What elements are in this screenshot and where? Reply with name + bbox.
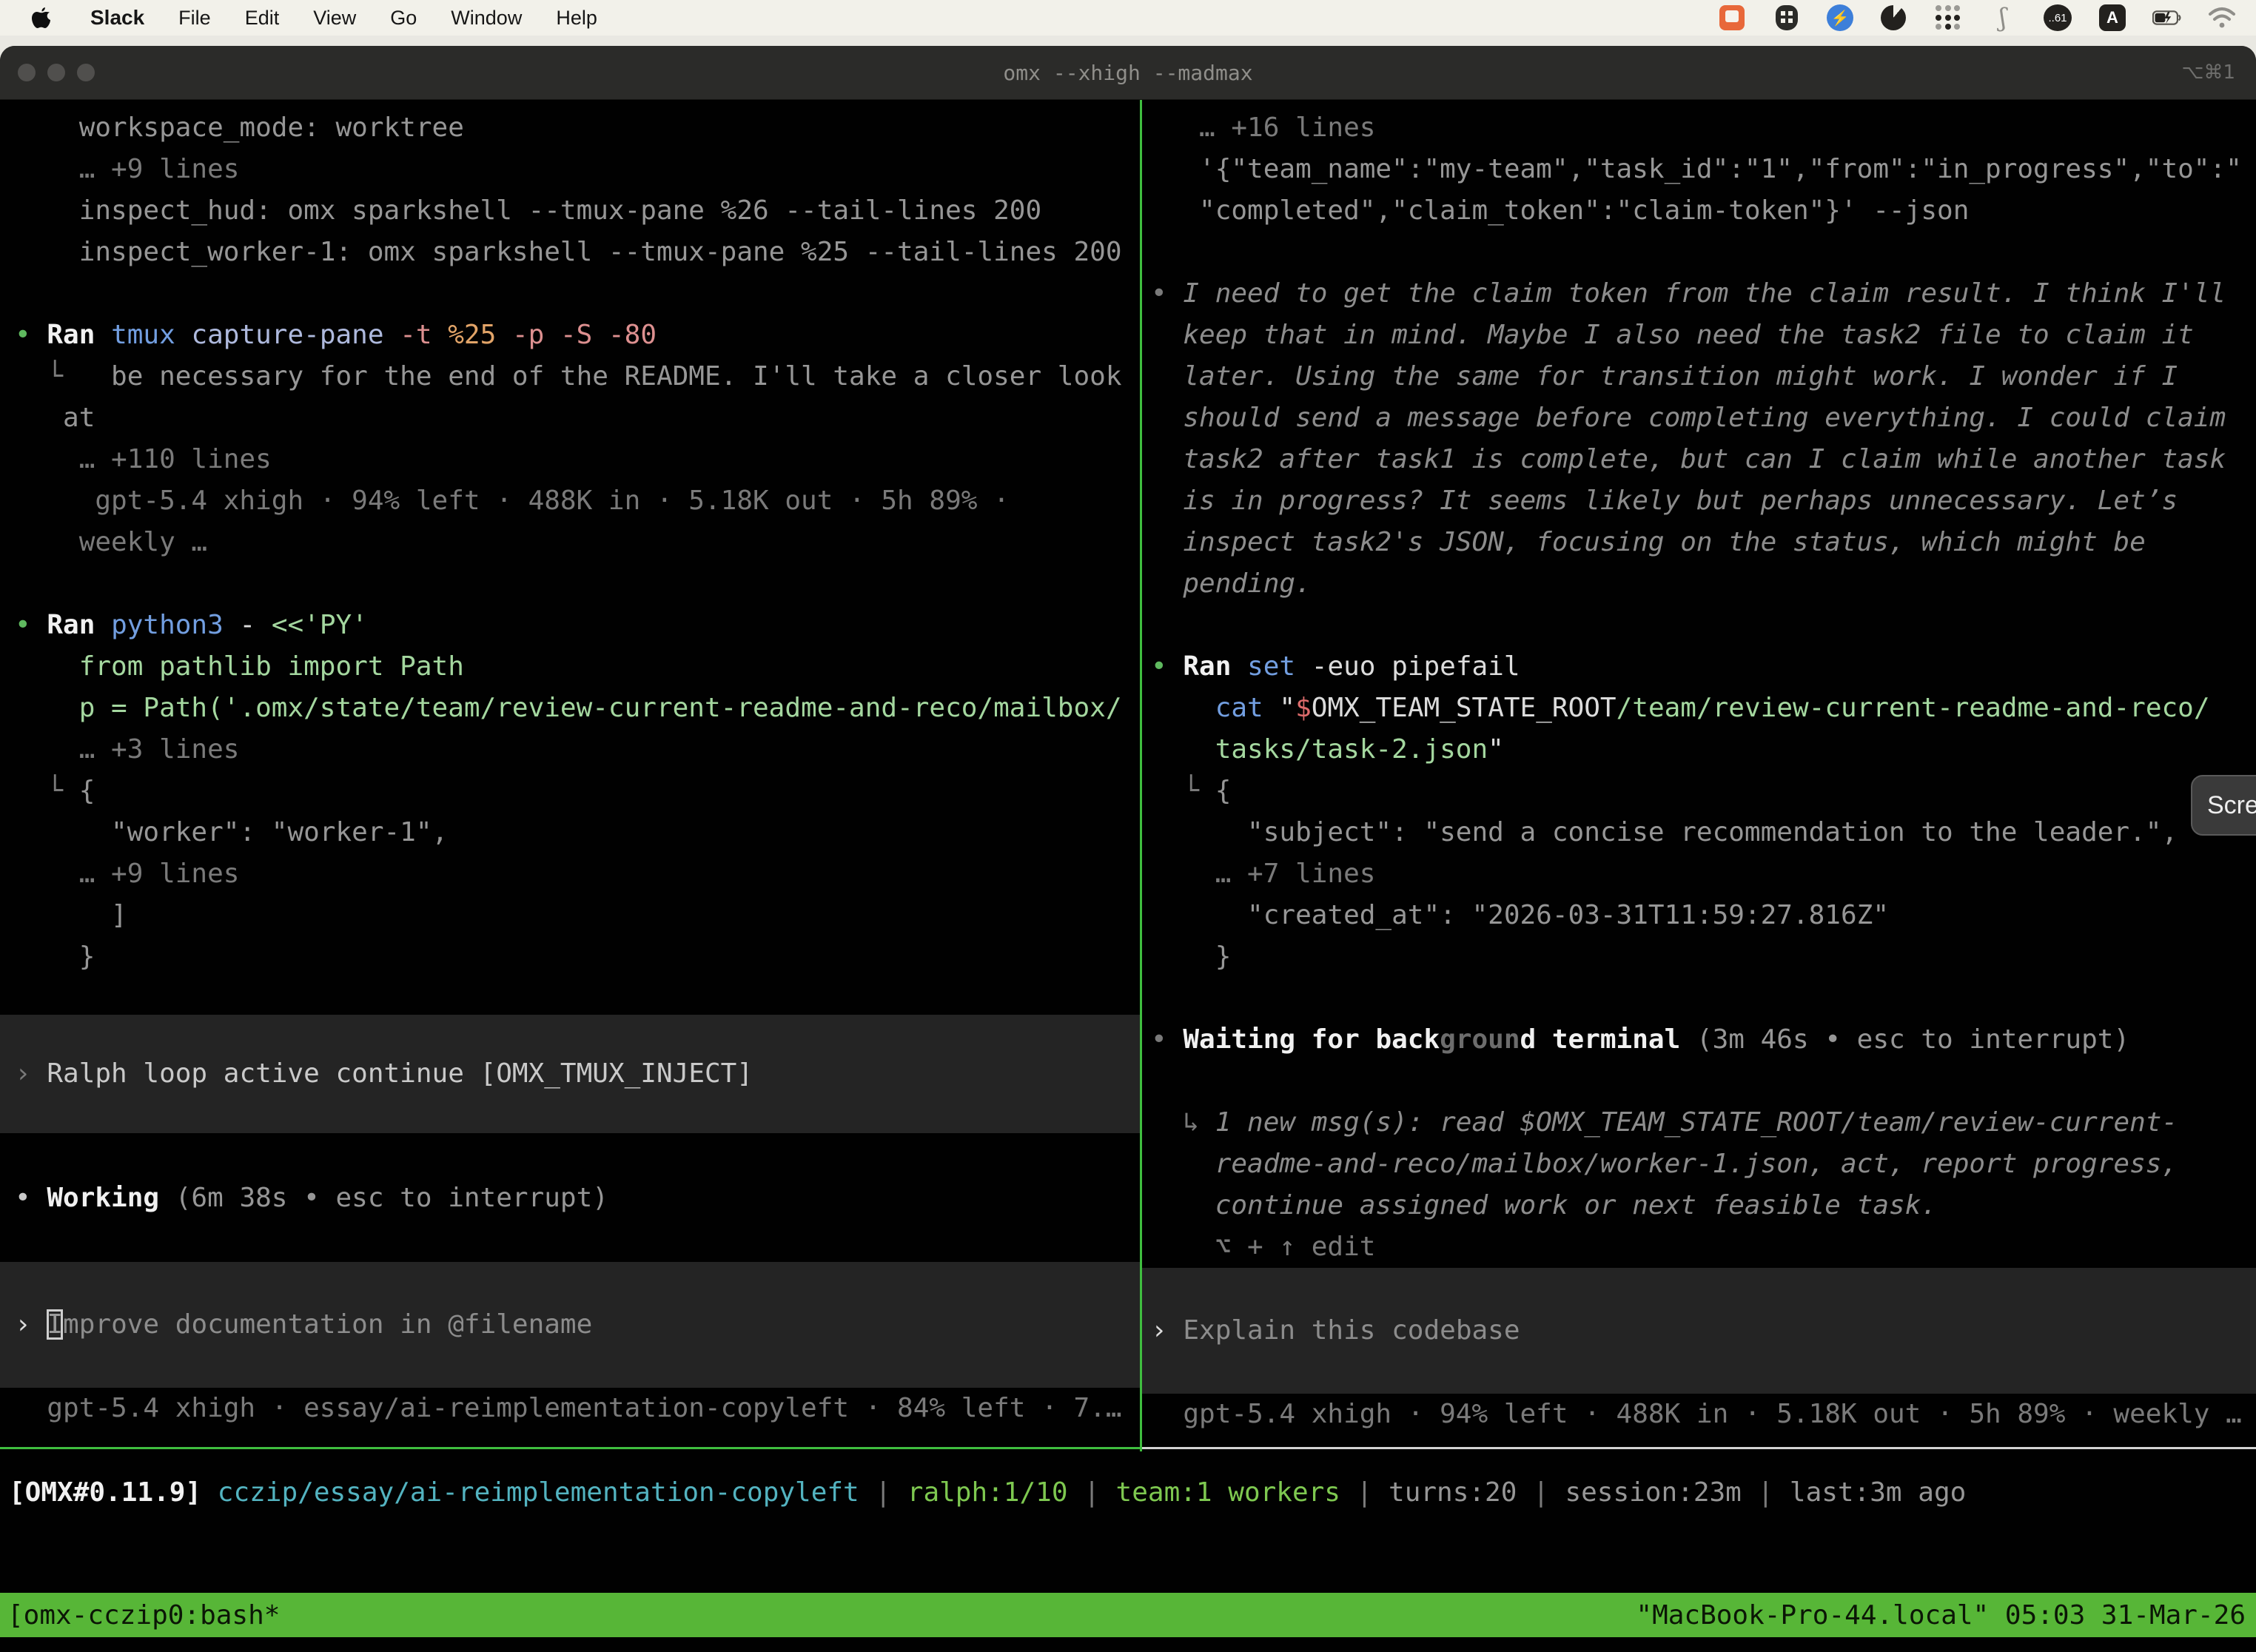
terminal-line: "worker": "worker-1", [0, 812, 1140, 853]
terminal-line: └ { [0, 770, 1140, 812]
terminal-window: omx --xhigh --madmax ⌥⌘1 workspace_mode:… [0, 46, 2256, 1652]
terminal-line: … +7 lines [1142, 853, 2256, 895]
spacer [0, 1133, 1140, 1178]
menu-bar: Slack File Edit View Go Window Help ⚡ ʃ … [0, 0, 2256, 36]
thinking-line: later. Using the same for transition mig… [1142, 356, 2256, 397]
terminal-line: "created_at": "2026-03-31T11:59:27.816Z" [1142, 895, 2256, 936]
pane-hud[interactable]: workspace_mode: worktree … +9 lines insp… [0, 100, 1140, 1449]
thinking-line: should send a message before completing … [1142, 397, 2256, 439]
spacer [0, 1219, 1140, 1262]
terminal-line: gpt-5.4 xhigh · 94% left · 488K in · 5.1… [0, 480, 1140, 522]
terminal-line-ran-python: • Ran python3 - <<'PY' [0, 605, 1140, 646]
terminal-line [0, 563, 1140, 605]
chat-icon[interactable] [1717, 3, 1747, 33]
terminal-line: inspect_worker-1: omx sparkshell --tmux-… [0, 232, 1140, 273]
battery-icon[interactable] [2152, 3, 2182, 33]
omx-status-line: [OMX#0.11.9] cczip/essay/ai-reimplementa… [0, 1472, 2256, 1514]
terminal-line: tasks/task-2.json" [1142, 729, 2256, 770]
terminal-line: "completed","claim_token":"claim-token"}… [1142, 190, 2256, 232]
apple-logo-icon [30, 5, 53, 30]
menu-app-name[interactable]: Slack [90, 6, 144, 30]
menu-item-help[interactable]: Help [556, 7, 597, 30]
message-hint-line: continue assigned work or next feasible … [1142, 1185, 2256, 1226]
inject-banner: › Ralph loop active continue [OMX_TMUX_I… [0, 1015, 1140, 1133]
terminal-line: workspace_mode: worktree [0, 107, 1140, 149]
terminal-line: … +3 lines [0, 729, 1140, 770]
window-bottom-pad [0, 1637, 2256, 1652]
menu-item-go[interactable]: Go [390, 7, 417, 30]
apple-menu-icon[interactable] [27, 3, 56, 33]
terminal-line [1142, 978, 2256, 1019]
pie-chart-icon[interactable] [1879, 3, 1908, 33]
window-title-bar: omx --xhigh --madmax ⌥⌘1 [0, 46, 2256, 100]
tmux-status-bar: [omx-cczip0:bash* "MacBook-Pro-44.local"… [0, 1593, 2256, 1637]
terminal-line [1142, 232, 2256, 273]
wifi-icon[interactable] [2207, 3, 2237, 33]
terminal-line: "subject": "send a concise recommendatio… [1142, 812, 2256, 853]
terminal-line: … +16 lines [1142, 107, 2256, 149]
pane-worker[interactable]: … +16 lines '{"team_name":"my-team","tas… [1142, 100, 2256, 1449]
terminal-line: } [0, 936, 1140, 978]
tmux-panes: workspace_mode: worktree … +9 lines insp… [0, 100, 2256, 1451]
prompt-input-right[interactable]: › Explain this codebase [1142, 1268, 2256, 1394]
terminal-line: at [0, 397, 1140, 439]
a-app-icon[interactable]: A [2098, 3, 2127, 33]
terminal-line [1142, 605, 2256, 646]
menu-item-file[interactable]: File [178, 7, 211, 30]
thinking-line: task2 after task1 is complete, but can I… [1142, 439, 2256, 480]
terminal-line-ran-tmux: • Ran tmux capture-pane -t %25 -p -S -80 [0, 315, 1140, 356]
percent-badge-icon[interactable]: ..61 [2043, 3, 2072, 33]
terminal-line: from pathlib import Path [0, 646, 1140, 688]
terminal-line: └ { [1142, 770, 2256, 812]
inject-banner-text: › Ralph loop active continue [OMX_TMUX_I… [0, 1053, 1140, 1095]
terminal-line: cat "$OMX_TEAM_STATE_ROOT/team/review-cu… [1142, 688, 2256, 729]
terminal-line [0, 273, 1140, 315]
edit-hint-line: ⌥ + ↑ edit [1142, 1226, 2256, 1268]
shield-grid-icon[interactable] [1772, 3, 1802, 33]
thinking-line: inspect task2's JSON, focusing on the st… [1142, 522, 2256, 563]
terminal-line: … +110 lines [0, 439, 1140, 480]
prompt-input-right-text: › Explain this codebase [1142, 1310, 2256, 1352]
dots-grid-icon[interactable] [1933, 3, 1963, 33]
terminal-line: └ be necessary for the end of the README… [0, 356, 1140, 397]
spacer [0, 978, 1140, 1015]
terminal-line: inspect_hud: omx sparkshell --tmux-pane … [0, 190, 1140, 232]
pane-footer-left: gpt-5.4 xhigh · essay/ai-reimplementatio… [0, 1388, 1140, 1429]
message-hint-line: ↳ 1 new msg(s): read $OMX_TEAM_STATE_ROO… [1142, 1102, 2256, 1144]
notification-badge-icon[interactable]: ⚡ [1827, 4, 1853, 31]
window-shortcut-hint: ⌥⌘1 [2181, 61, 2256, 84]
menu-item-window[interactable]: Window [451, 7, 522, 30]
terminal-line: weekly … [0, 522, 1140, 563]
terminal-line: } [1142, 936, 2256, 978]
working-status: • Working (6m 38s • esc to interrupt) [0, 1178, 1140, 1219]
terminal-line: p = Path('.omx/state/team/review-current… [0, 688, 1140, 729]
window-title: omx --xhigh --madmax [0, 61, 2256, 85]
terminal-line: '{"team_name":"my-team","task_id":"1","f… [1142, 149, 2256, 190]
omx-status-area: [OMX#0.11.9] cczip/essay/ai-reimplementa… [0, 1451, 2256, 1593]
thinking-line: is in progress? It seems likely but perh… [1142, 480, 2256, 522]
terminal-line [1142, 1061, 2256, 1102]
screen-share-pill[interactable]: Scre [2191, 775, 2256, 836]
menu-item-edit[interactable]: Edit [245, 7, 280, 30]
pane-footer-right: gpt-5.4 xhigh · 94% left · 488K in · 5.1… [1142, 1394, 2256, 1435]
terminal-line-ran-set: • Ran set -euo pipefail [1142, 646, 2256, 688]
menu-item-view[interactable]: View [313, 7, 356, 30]
prompt-input-left-text: › Improve documentation in @filename [0, 1304, 1140, 1346]
waiting-status: • Waiting for background terminal (3m 46… [1142, 1019, 2256, 1061]
squiggle-icon[interactable]: ʃ [1988, 3, 2018, 33]
thinking-line: • I need to get the claim token from the… [1142, 273, 2256, 315]
tmux-session-name: [omx-cczip0:bash* [0, 1600, 280, 1631]
message-hint-line: readme-and-reco/mailbox/worker-1.json, a… [1142, 1144, 2256, 1185]
terminal-line: … +9 lines [0, 149, 1140, 190]
thinking-line: pending. [1142, 563, 2256, 605]
prompt-input-left[interactable]: › Improve documentation in @filename [0, 1262, 1140, 1388]
thinking-line: keep that in mind. Maybe I also need the… [1142, 315, 2256, 356]
terminal-line: ] [0, 895, 1140, 936]
tmux-host-clock: "MacBook-Pro-44.local" 05:03 31-Mar-26 [1636, 1600, 2256, 1631]
terminal-line: … +9 lines [0, 853, 1140, 895]
